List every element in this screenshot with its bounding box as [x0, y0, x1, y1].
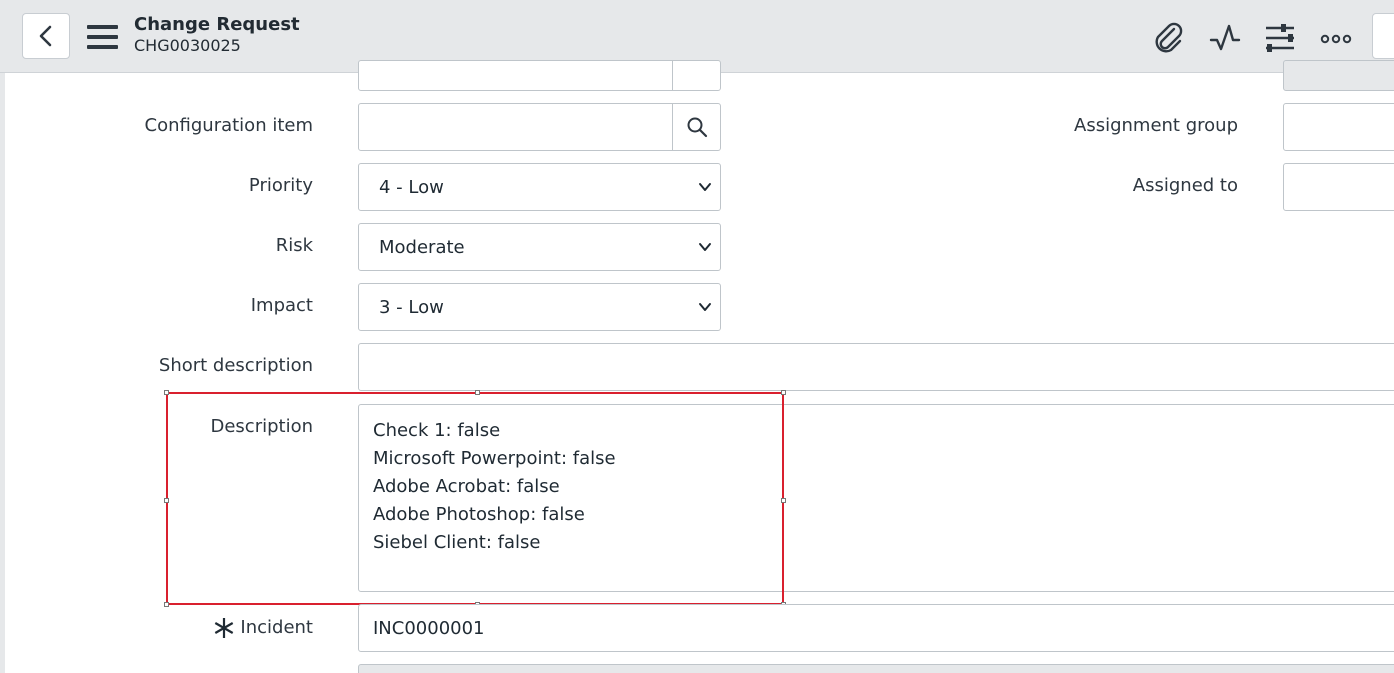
title-block: Change Request CHG0030025 — [134, 14, 300, 56]
incident-label: Incident — [240, 617, 313, 638]
header-action-button[interactable] — [1372, 13, 1394, 59]
resize-handle[interactable] — [164, 390, 169, 395]
chevron-down-icon — [699, 243, 711, 251]
description-line: Check 1: false — [373, 420, 501, 441]
risk-select[interactable]: Moderate — [358, 223, 721, 271]
incident-input[interactable]: INC0000001 — [358, 604, 1394, 652]
risk-value: Moderate — [379, 237, 465, 258]
configuration-item-input[interactable] — [358, 103, 721, 151]
priority-label: Priority — [248, 175, 313, 196]
personalize-form-button[interactable] — [1262, 20, 1298, 56]
description-line: Adobe Acrobat: false — [373, 476, 560, 497]
impact-select[interactable]: 3 - Low — [358, 283, 721, 331]
partial-field-top-left[interactable] — [358, 60, 721, 91]
chevron-down-icon — [699, 183, 711, 191]
assigned-to-input[interactable] — [1283, 163, 1394, 211]
attachment-button[interactable] — [1151, 20, 1187, 56]
sliders-icon — [1266, 24, 1294, 52]
configuration-item-lookup-button[interactable] — [672, 104, 720, 150]
description-label: Description — [210, 416, 313, 437]
assigned-to-label: Assigned to — [1132, 175, 1238, 196]
chevron-left-icon — [39, 25, 52, 47]
activity-button[interactable] — [1207, 20, 1243, 56]
left-rail — [0, 73, 5, 673]
activity-icon — [1209, 24, 1241, 51]
paperclip-icon — [1155, 22, 1183, 53]
priority-select[interactable]: 4 - Low — [358, 163, 721, 211]
short-description-label: Short description — [158, 355, 313, 376]
more-options-button[interactable] — [1318, 20, 1354, 56]
description-textarea[interactable]: Check 1: false Microsoft Powerpoint: fal… — [358, 404, 1394, 592]
resize-handle[interactable] — [164, 602, 169, 607]
change-request-form-page: Change Request CHG0030025 Configuration … — [0, 0, 1394, 673]
description-text: Check 1: false Microsoft Powerpoint: fal… — [373, 417, 616, 557]
hamburger-icon — [87, 25, 118, 49]
required-asterisk-icon — [214, 618, 234, 638]
menu-button[interactable] — [86, 22, 120, 52]
impact-value: 3 - Low — [379, 297, 444, 318]
chevron-down-icon — [699, 303, 711, 311]
description-line: Siebel Client: false — [373, 532, 541, 553]
record-number: CHG0030025 — [134, 36, 241, 55]
page-title: Change Request — [134, 14, 300, 35]
risk-label: Risk — [275, 235, 313, 256]
description-line: Microsoft Powerpoint: false — [373, 448, 616, 469]
short-description-input[interactable] — [358, 343, 1394, 391]
resize-handle[interactable] — [164, 498, 169, 503]
configuration-item-label: Configuration item — [144, 115, 313, 136]
impact-label: Impact — [250, 295, 313, 316]
priority-value: 4 - Low — [379, 177, 444, 198]
description-line: Adobe Photoshop: false — [373, 504, 585, 525]
assignment-group-input[interactable] — [1283, 103, 1394, 151]
search-icon — [687, 117, 707, 138]
partial-field-bottom — [358, 664, 1394, 673]
assignment-group-label: Assignment group — [1074, 115, 1238, 136]
more-icon — [1320, 34, 1352, 44]
back-button[interactable] — [22, 13, 70, 59]
partial-field-top-right — [1283, 60, 1394, 91]
incident-value: INC0000001 — [373, 618, 485, 639]
